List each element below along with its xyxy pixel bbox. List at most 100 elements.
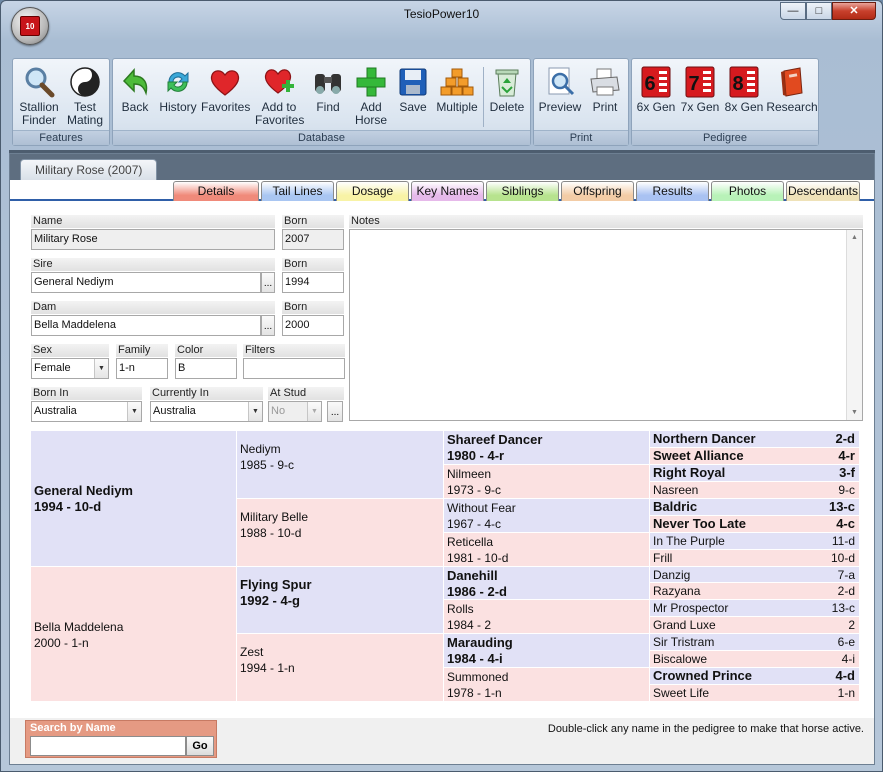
sex-value: Female [34,362,71,374]
document-tab-military-rose[interactable]: Military Rose (2007) [20,159,158,180]
tab-photos[interactable]: Photos [711,181,784,201]
pedigree-cell[interactable]: Biscalowe 4-i [650,651,860,668]
at-stud-button[interactable]: ... [327,401,343,422]
name-field[interactable]: Military Rose [31,229,275,250]
pedigree-cell[interactable]: Summoned 1978 - 1-n [444,668,650,702]
pedigree-cell[interactable]: Sir Tristram 6-e [650,634,860,651]
app-menu-button[interactable]: 10 [11,7,49,45]
back-button[interactable]: Back [115,65,155,114]
chevron-down-icon[interactable]: ▼ [94,359,108,378]
currently-in-select[interactable]: Australia ▼ [150,401,263,422]
go-button[interactable]: Go [186,736,214,756]
pedigree-cell[interactable]: Sweet Life 1-n [650,685,860,702]
sire-field[interactable]: General Nediym [31,272,261,293]
pedigree-cell[interactable]: Military Belle 1988 - 10-d [237,499,444,567]
tab-descendants[interactable]: Descendants [786,181,860,201]
family-field[interactable]: 1-n [116,358,168,379]
pedigree-cell[interactable]: Without Fear 1967 - 4-c [444,499,650,533]
horse-name: Never Too Late [653,516,746,531]
maximize-button[interactable]: □ [806,2,832,20]
notes-scrollbar[interactable]: ▲ ▼ [846,230,862,420]
add-horse-button[interactable]: Add Horse [353,65,389,127]
save-button[interactable]: Save [396,65,430,114]
tab-tail-lines[interactable]: Tail Lines [261,181,334,201]
pedigree-cell[interactable]: Frill 10-d [650,550,860,567]
scroll-up-arrow-icon[interactable]: ▲ [847,230,862,245]
close-button[interactable]: ✕ [832,2,876,20]
dam-born-field[interactable]: 2000 [282,315,344,336]
chevron-down-icon[interactable]: ▼ [248,402,262,421]
pedigree-cell[interactable]: Bella Maddelena 2000 - 1-n [31,567,237,702]
filters-field[interactable] [243,358,345,379]
favorites-button[interactable]: Favorites [201,65,250,114]
sex-select[interactable]: Female ▼ [31,358,109,379]
history-button[interactable]: History [156,65,200,114]
pedigree-cell[interactable]: Grand Luxe 2 [650,617,860,634]
multiple-button[interactable]: Multiple [434,65,480,114]
family-number: 2-d [835,431,856,446]
pedigree-cell[interactable]: Zest 1994 - 1-n [237,634,444,702]
dam-field[interactable]: Bella Maddelena [31,315,261,336]
pedigree-cell[interactable]: Crowned Prince 4-d [650,668,860,685]
find-button[interactable]: Find [309,65,347,114]
born-field[interactable]: 2007 [282,229,344,250]
scroll-down-arrow-icon[interactable]: ▼ [847,405,862,420]
ribbon-separator [483,67,484,127]
horse-name: Marauding [447,635,513,650]
sire-browse-button[interactable]: ... [261,272,275,293]
pedigree-cell[interactable]: Sweet Alliance 4-r [650,448,860,465]
pedigree-cell[interactable]: Danehill 1986 - 2-d [444,567,650,600]
born-in-select[interactable]: Australia ▼ [31,401,142,422]
window-title: TesioPower10 [403,7,480,21]
pedigree-cell[interactable]: Reticella 1981 - 10-d [444,533,650,567]
pedigree-cell[interactable]: Nasreen 9-c [650,482,860,499]
pedigree-cell[interactable]: Shareef Dancer 1980 - 4-r [444,431,650,465]
print-button[interactable]: Print [584,65,626,114]
tab-details[interactable]: Details [173,181,259,201]
dam-browse-button[interactable]: ... [261,315,275,336]
sire-born-field[interactable]: 1994 [282,272,344,293]
svg-text:6: 6 [644,73,655,95]
pedigree-cell[interactable]: General Nediym 1994 - 10-d [31,431,237,567]
8x-gen-button[interactable]: 8 8x Gen [722,65,766,114]
at-stud-select[interactable]: No ▼ [268,401,322,422]
stallion-finder-button[interactable]: Stallion Finder [17,65,61,127]
pedigree-cell[interactable]: Nilmeen 1973 - 9-c [444,465,650,499]
pedigree-cell[interactable]: In The Purple 11-d [650,533,860,550]
family-number: 3-f [839,465,855,480]
stallion-finder-label: Stallion Finder [19,100,59,127]
chevron-down-icon[interactable]: ▼ [127,402,141,421]
tab-siblings[interactable]: Siblings [486,181,559,201]
chevron-down-icon[interactable]: ▼ [307,402,321,421]
horse-entry: Shareef Dancer 1980 - 4-r [447,431,649,464]
pedigree-cell[interactable]: Never Too Late 4-c [650,516,860,533]
color-field[interactable]: B [175,358,237,379]
minimize-button[interactable]: — [780,2,806,20]
test-mating-button[interactable]: Test Mating [63,65,107,127]
pedigree-cell[interactable]: Northern Dancer 2-d [650,431,860,448]
horse-entry: Reticella 1981 - 10-d [447,533,649,566]
search-input[interactable] [30,736,186,756]
pedigree-cell[interactable]: Right Royal 3-f [650,465,860,482]
tab-offspring[interactable]: Offspring [561,181,634,201]
pedigree-cell[interactable]: Rolls 1984 - 2 [444,600,650,634]
7x-gen-button[interactable]: 7 7x Gen [678,65,722,114]
6-gen-pedigree-icon: 6 [639,65,673,99]
app-window: TesioPower10 — □ ✕ 10 Stallion Finder Te… [0,0,883,772]
research-button[interactable]: Research [766,65,818,114]
tab-key-names[interactable]: Key Names [411,181,484,201]
pedigree-cell[interactable]: Marauding 1984 - 4-i [444,634,650,668]
pedigree-cell[interactable]: Baldric 13-c [650,499,860,516]
tab-results[interactable]: Results [636,181,709,201]
pedigree-cell[interactable]: Flying Spur 1992 - 4-g [237,567,444,634]
delete-button[interactable]: Delete [487,65,527,114]
preview-button[interactable]: Preview [538,65,582,114]
6x-gen-button[interactable]: 6 6x Gen [634,65,678,114]
pedigree-cell[interactable]: Razyana 2-d [650,583,860,600]
pedigree-cell[interactable]: Nediym 1985 - 9-c [237,431,444,499]
pedigree-cell[interactable]: Mr Prospector 13-c [650,600,860,617]
notes-textarea[interactable]: ▲ ▼ [349,229,863,421]
add-to-favorites-button[interactable]: Add to Favorites [255,65,304,127]
pedigree-cell[interactable]: Danzig 7-a [650,567,860,583]
tab-dosage[interactable]: Dosage [336,181,409,201]
